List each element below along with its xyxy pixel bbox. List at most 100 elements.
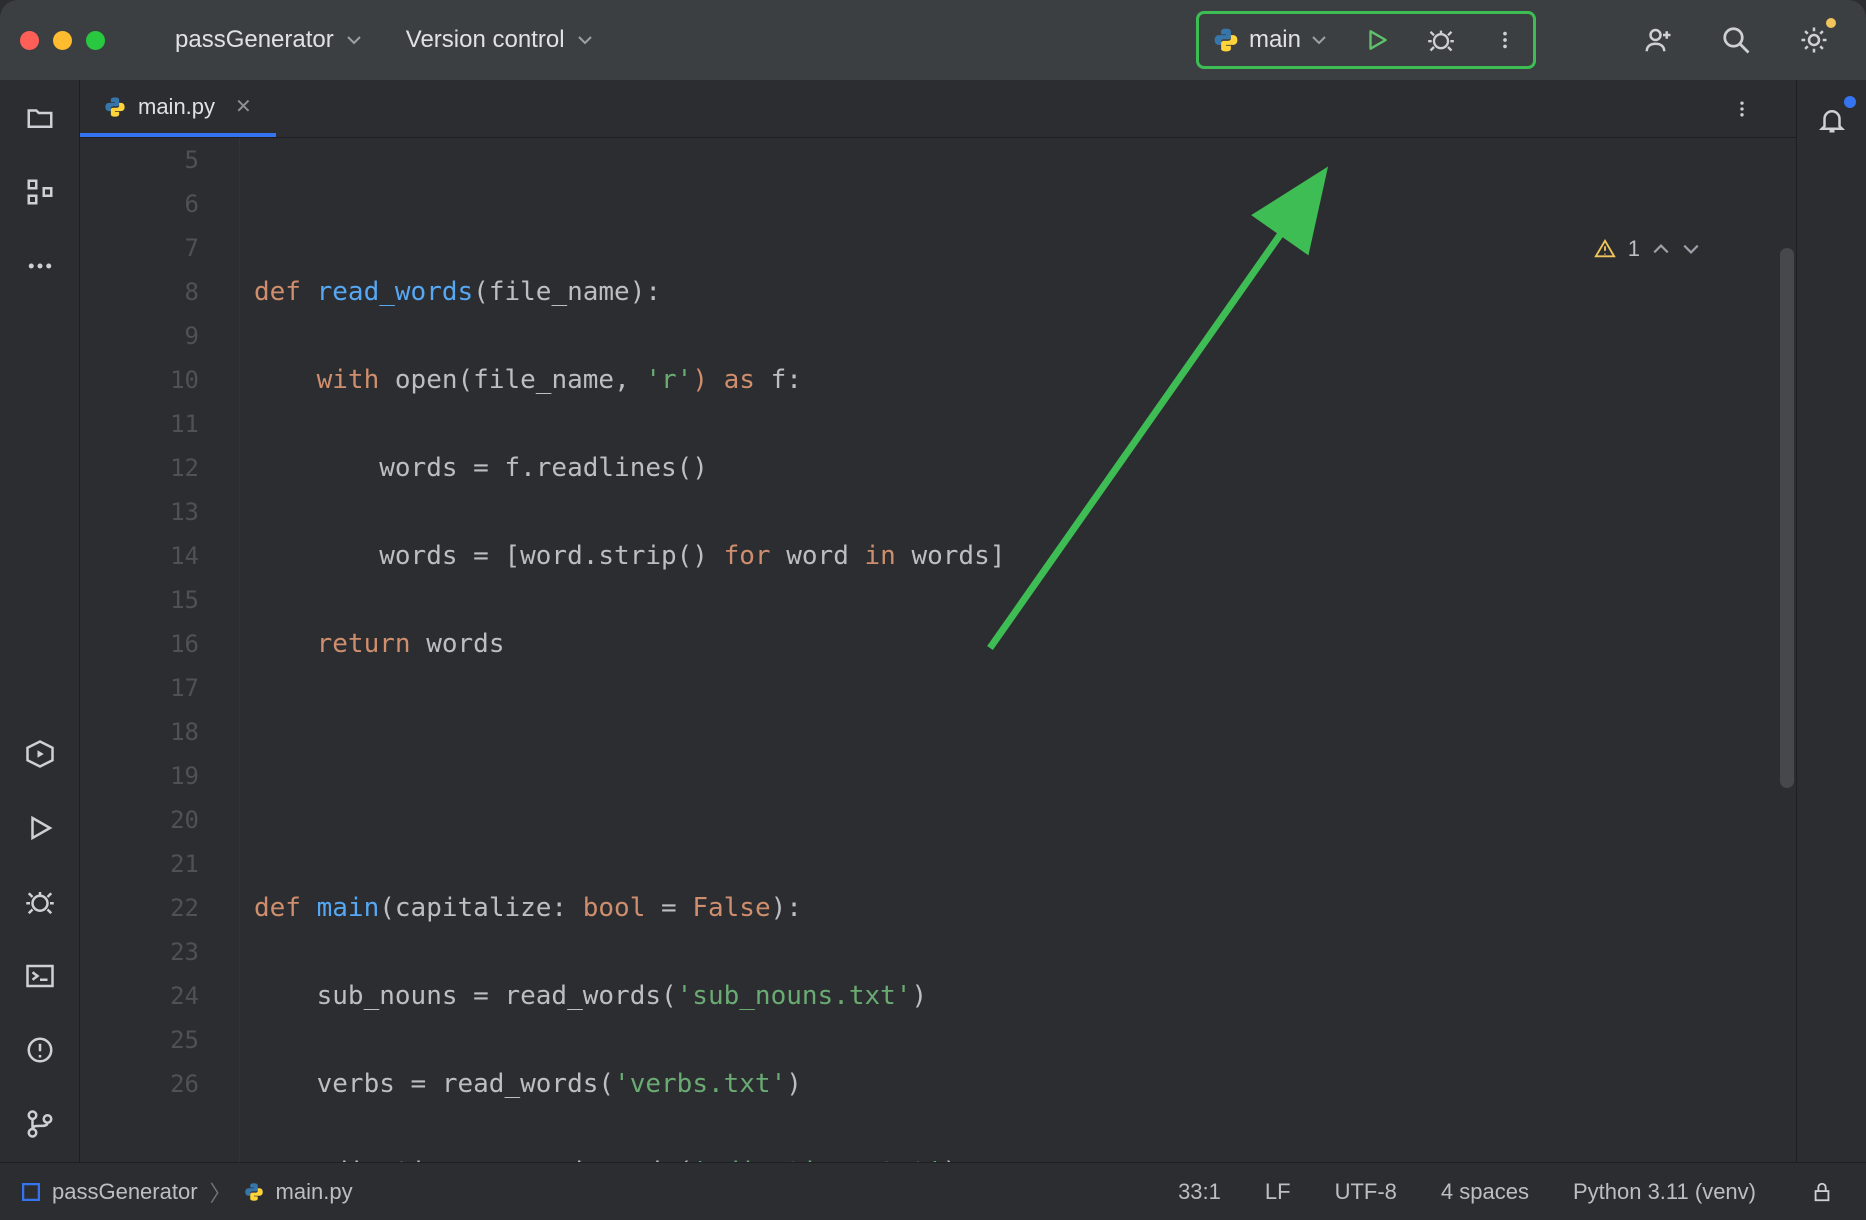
editor-tabs: main.py ✕: [80, 80, 1796, 138]
play-icon: [1364, 27, 1390, 53]
code-line: return words: [254, 622, 1796, 666]
line-number: 8: [80, 270, 199, 314]
gutter[interactable]: 5 6 7 8 9 10 11 12 13 14 15 16 17 18 19 …: [80, 138, 240, 1162]
line-number: 6: [80, 182, 199, 226]
readonly-toggle[interactable]: [1800, 1170, 1844, 1214]
terminal-toolwindow-button[interactable]: [18, 954, 62, 998]
more-vertical-icon: [1494, 29, 1516, 51]
lock-icon: [1811, 1181, 1833, 1203]
code-with-me-button[interactable]: [1636, 18, 1680, 62]
vcs-toolwindow-button[interactable]: [18, 1102, 62, 1146]
run-widget: main: [1196, 11, 1536, 69]
settings-button[interactable]: [1792, 18, 1836, 62]
project-selector[interactable]: passGenerator: [165, 20, 372, 60]
chevron-down-icon: [346, 32, 362, 48]
left-toolwindow-stripe: [0, 80, 80, 1162]
project-toolwindow-button[interactable]: [18, 96, 62, 140]
module-icon: [22, 1183, 40, 1201]
line-number: 7: [80, 226, 199, 270]
line-number: 25: [80, 1018, 199, 1062]
code-line: adjectives = read_words('adjectives.txt'…: [254, 1150, 1796, 1162]
line-number: 10: [80, 358, 199, 402]
bug-icon: [25, 887, 55, 917]
project-name: passGenerator: [175, 26, 334, 54]
more-run-options[interactable]: [1483, 18, 1527, 62]
python-file-icon: [104, 96, 126, 118]
warning-circle-icon: [25, 1035, 55, 1065]
bell-icon: [1817, 105, 1847, 135]
line-number: 5: [80, 138, 199, 182]
code-line: with open(file_name, 'r') as f:: [254, 358, 1796, 402]
line-number: 15: [80, 578, 199, 622]
code-area[interactable]: def read_words(file_name): with open(fil…: [240, 138, 1796, 1162]
code-line: [254, 798, 1796, 842]
close-tab-button[interactable]: ✕: [235, 94, 252, 119]
line-number: 17: [80, 666, 199, 710]
crumb-separator: 〉: [210, 1176, 232, 1208]
line-number: 13: [80, 490, 199, 534]
vertical-scrollbar[interactable]: [1780, 248, 1794, 788]
terminal-icon: [25, 961, 55, 991]
structure-icon: [25, 177, 55, 207]
right-toolwindow-stripe: [1796, 80, 1866, 1162]
editor-tabs-more[interactable]: [1720, 87, 1764, 131]
search-everywhere-button[interactable]: [1714, 18, 1758, 62]
code-line: def read_words(file_name):: [254, 270, 1796, 314]
python-icon: [1213, 27, 1239, 53]
python-interpreter[interactable]: Python 3.11 (venv): [1573, 1179, 1756, 1205]
line-number: 16: [80, 622, 199, 666]
more-toolwindows-button[interactable]: [18, 244, 62, 288]
debug-toolwindow-button[interactable]: [18, 880, 62, 924]
crumb-file: main.py: [276, 1179, 353, 1205]
python-file-icon: [244, 1182, 264, 1202]
navbar-breadcrumb[interactable]: passGenerator 〉 main.py: [22, 1176, 353, 1208]
notifications-button[interactable]: [1810, 98, 1854, 142]
code-line: words = f.readlines(): [254, 446, 1796, 490]
play-in-hex-icon: [25, 739, 55, 769]
chevron-down-icon: [1311, 32, 1327, 48]
maximize-window-button[interactable]: [86, 31, 105, 50]
editor: main.py ✕ 1 5 6 7 8 9 10 11 12 13 14 15 …: [80, 80, 1796, 1162]
vcs-selector[interactable]: Version control: [396, 20, 603, 60]
statusbar: passGenerator 〉 main.py 33:1 LF UTF-8 4 …: [0, 1162, 1866, 1220]
more-vertical-icon: [1732, 99, 1752, 119]
code-line: sub_nouns = read_words('sub_nouns.txt'): [254, 974, 1796, 1018]
line-separator[interactable]: LF: [1265, 1179, 1291, 1205]
search-icon: [1721, 25, 1751, 55]
file-encoding[interactable]: UTF-8: [1335, 1179, 1397, 1205]
line-number: 12: [80, 446, 199, 490]
indent-settings[interactable]: 4 spaces: [1441, 1179, 1529, 1205]
minimize-window-button[interactable]: [53, 31, 72, 50]
more-horizontal-icon: [25, 251, 55, 281]
problems-toolwindow-button[interactable]: [18, 1028, 62, 1072]
titlebar: passGenerator Version control main: [0, 0, 1866, 80]
run-toolwindow-button[interactable]: [18, 806, 62, 850]
run-config-selector[interactable]: main: [1205, 22, 1335, 58]
person-plus-icon: [1643, 25, 1673, 55]
line-number: 26: [80, 1062, 199, 1106]
code-line: verbs = read_words('verbs.txt'): [254, 1062, 1796, 1106]
git-branch-icon: [25, 1109, 55, 1139]
code-line: def main(capitalize: bool = False):: [254, 886, 1796, 930]
structure-toolwindow-button[interactable]: [18, 170, 62, 214]
code-line: [254, 182, 1796, 226]
code-line: words = [word.strip() for word in words]: [254, 534, 1796, 578]
line-number: 19: [80, 754, 199, 798]
line-number: 9: [80, 314, 199, 358]
bug-icon: [1427, 26, 1455, 54]
editor-tab-main[interactable]: main.py ✕: [80, 80, 276, 137]
debug-button[interactable]: [1419, 18, 1463, 62]
services-toolwindow-button[interactable]: [18, 732, 62, 776]
vcs-label: Version control: [406, 26, 565, 54]
run-button[interactable]: [1355, 18, 1399, 62]
chevron-down-icon: [577, 32, 593, 48]
caret-position[interactable]: 33:1: [1178, 1179, 1221, 1205]
line-number: 11: [80, 402, 199, 446]
line-number: 23: [80, 930, 199, 974]
line-number: 22: [80, 886, 199, 930]
run-config-name: main: [1249, 26, 1301, 54]
play-icon: [25, 813, 55, 843]
line-number: 24: [80, 974, 199, 1018]
close-window-button[interactable]: [20, 31, 39, 50]
code-line: [254, 710, 1796, 754]
